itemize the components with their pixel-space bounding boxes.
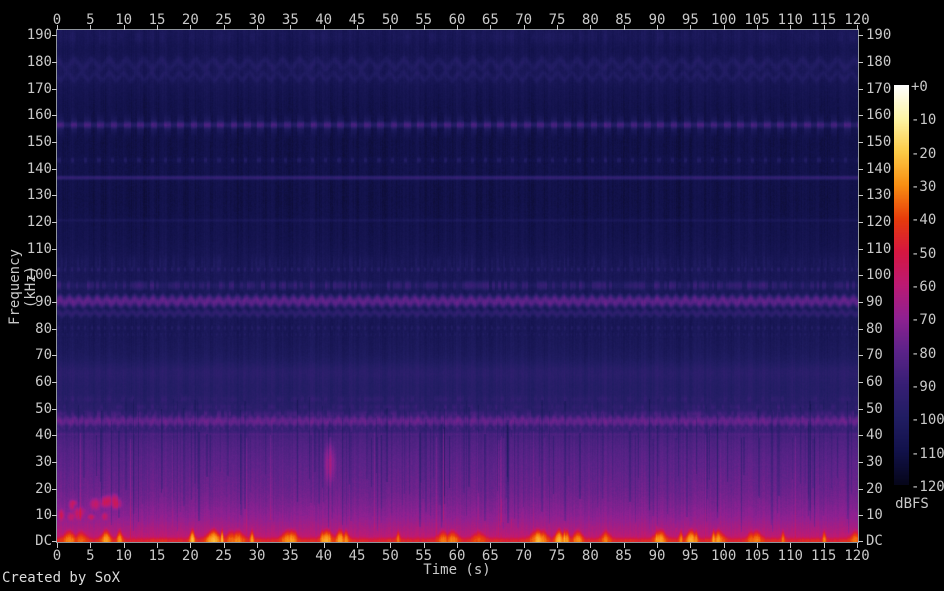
y-axis-tick-right [858, 541, 863, 542]
colorbar-tick-label: +0 [911, 79, 928, 95]
y-axis-tick-right [858, 302, 863, 303]
x-axis-tick-label-top: 120 [844, 12, 870, 28]
colorbar-tick-label: -30 [911, 179, 937, 195]
y-axis-tick-label-right: 100 [866, 267, 892, 283]
y-axis-tick-label-left: 170 [26, 81, 52, 97]
y-axis-tick-right [858, 169, 863, 170]
y-axis-tick-right [858, 462, 863, 463]
y-axis-tick-left [52, 382, 57, 383]
y-axis-tick-label-left: 180 [26, 54, 52, 70]
y-axis-tick-label-right: 70 [866, 347, 883, 363]
y-axis-tick-left [52, 355, 57, 356]
y-axis-tick-left [52, 302, 57, 303]
y-axis-tick-label-right: 140 [866, 161, 892, 177]
y-axis-tick-label-left: 50 [35, 401, 52, 417]
y-axis-tick-right [858, 35, 863, 36]
y-axis-tick-label-left: 40 [35, 427, 52, 443]
y-axis-tick-label-left: 80 [35, 321, 52, 337]
colorbar-tick-label: -40 [911, 212, 937, 229]
colorbar-tick-label: -80 [911, 345, 937, 362]
y-axis-tick-label-left: 20 [35, 481, 52, 497]
y-axis-tick-left [52, 462, 57, 463]
y-axis-tick-right [858, 115, 863, 116]
y-axis-tick-right [858, 489, 863, 490]
y-axis-tick-label-right: 40 [866, 427, 883, 443]
colorbar-tick-label: -100 [911, 412, 944, 429]
y-axis-tick-left [52, 515, 57, 516]
y-axis-tick-left [52, 89, 57, 90]
colorbar-tick-label: -90 [911, 379, 937, 395]
colorbar-tick-label: -20 [911, 145, 937, 162]
y-axis-tick-label-right: DC [866, 533, 883, 549]
spectrogram-heatmap [57, 30, 858, 542]
sox-spectrogram-window: Frequency (kHz) 0 0 5 5 10 10 15 15 20 20 25 25 30 30… [0, 0, 944, 591]
y-axis-tick-label-right: 60 [866, 374, 883, 390]
y-axis-tick-right [858, 515, 863, 516]
colorbar-tick-label: -60 [911, 279, 937, 295]
y-axis-tick-label-left: 10 [35, 507, 52, 523]
y-axis-tick-label-left: 70 [35, 347, 52, 363]
y-axis-tick-left [52, 195, 57, 196]
colorbar-tick-label: -70 [911, 312, 937, 329]
y-axis-tick-left [52, 249, 57, 250]
colorbar-tick-label: -10 [911, 112, 937, 129]
colorbar-title: dBFS [895, 496, 929, 512]
y-axis-tick-label-left: 110 [26, 241, 52, 257]
y-axis-tick-right [858, 222, 863, 223]
y-axis-tick-label-right: 30 [866, 454, 883, 470]
y-axis-tick-label-left: 150 [26, 134, 52, 150]
y-axis-tick-right [858, 89, 863, 90]
y-axis-tick-label-left: 190 [26, 27, 52, 43]
y-axis-tick-label-right: 190 [866, 27, 892, 43]
y-axis-tick-label-left: DC [35, 533, 52, 549]
y-axis-tick-right [858, 355, 863, 356]
y-axis-tick-label-left: 160 [26, 107, 52, 123]
y-axis-tick-right [858, 249, 863, 250]
y-axis-tick-label-right: 150 [866, 134, 892, 150]
colorbar-tick-label: -120 [911, 479, 944, 495]
y-axis-tick-right [858, 62, 863, 63]
y-axis-tick-label-left: 30 [35, 454, 52, 470]
y-axis-tick-label-left: 130 [26, 187, 52, 203]
y-axis-tick-right [858, 142, 863, 143]
y-axis-tick-label-right: 180 [866, 54, 892, 70]
y-axis-tick-right [858, 329, 863, 330]
y-axis-tick-left [52, 275, 57, 276]
y-axis-tick-label-left: 100 [26, 267, 52, 283]
y-axis-tick-left [52, 541, 57, 542]
y-axis-tick-left [52, 489, 57, 490]
y-axis-tick-left [52, 222, 57, 223]
colorbar-tick-label: -50 [911, 245, 937, 262]
y-axis-tick-left [52, 409, 57, 410]
y-axis-tick-left [52, 62, 57, 63]
y-axis-tick-right [858, 195, 863, 196]
y-axis-tick-left [52, 115, 57, 116]
created-by-sox-text: Created by SoX [2, 570, 121, 586]
y-axis-tick-label-right: 120 [866, 214, 892, 230]
y-axis-tick-label-left: 60 [35, 374, 52, 390]
x-axis-title: Time (s) [423, 562, 491, 578]
y-axis-tick-label-right: 170 [866, 81, 892, 97]
y-axis-tick-label-right: 160 [866, 107, 892, 123]
y-axis-tick-label-right: 90 [866, 294, 883, 310]
y-axis-tick-right [858, 275, 863, 276]
y-axis-tick-left [52, 435, 57, 436]
y-axis-tick-right [858, 409, 863, 410]
y-axis-tick-left [52, 329, 57, 330]
y-axis-tick-left [52, 35, 57, 36]
y-axis-tick-label-right: 130 [866, 187, 892, 203]
y-axis-tick-right [858, 382, 863, 383]
y-axis-tick-right [858, 435, 863, 436]
y-axis-tick-left [52, 142, 57, 143]
colorbar-tick-label: -110 [911, 445, 944, 462]
y-axis-tick-label-right: 80 [866, 321, 883, 337]
y-axis-tick-label-right: 110 [866, 241, 892, 257]
y-axis-tick-label-right: 20 [866, 481, 883, 497]
y-axis-tick-label-left: 90 [35, 294, 52, 310]
y-axis-tick-label-right: 50 [866, 401, 883, 417]
y-axis-tick-label-left: 120 [26, 214, 52, 230]
y-axis-tick-left [52, 169, 57, 170]
x-axis-tick-label-bottom: 120 [844, 548, 870, 564]
y-axis-tick-label-left: 140 [26, 161, 52, 177]
